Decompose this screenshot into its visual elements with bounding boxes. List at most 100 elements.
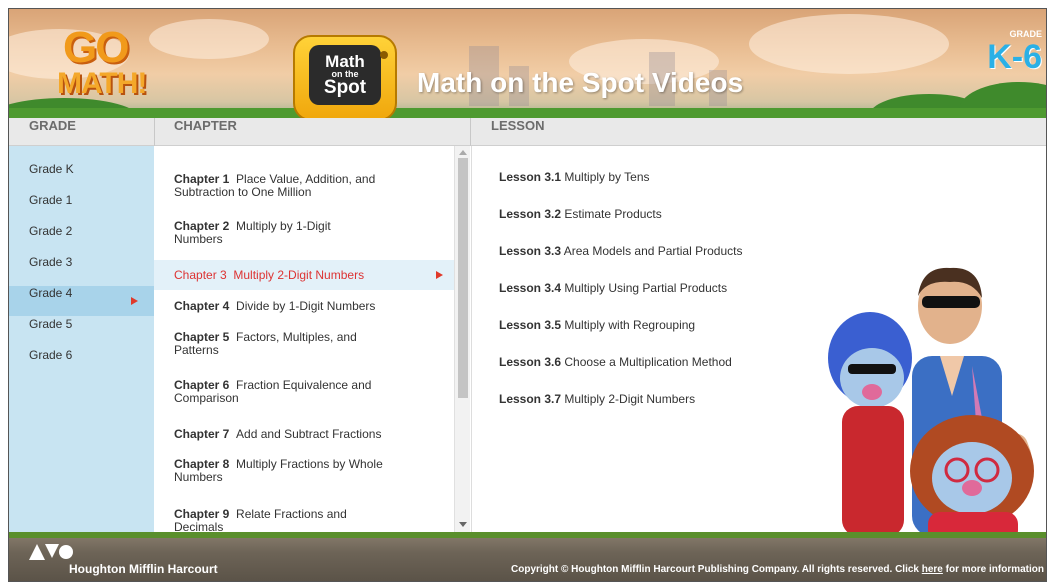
chapter-title-line2: Numbers [174, 470, 223, 484]
grass-strip [9, 108, 1046, 118]
math-on-the-spot-tv-logo: Math on the Spot [293, 35, 397, 118]
lesson-title: Area Models and Partial Products [563, 244, 743, 258]
app-frame: GO MATH! Math on the Spot Math on the Sp… [8, 8, 1047, 582]
chapter-title-line2: Numbers [174, 232, 223, 246]
grade-item-3[interactable]: Grade 3 [9, 255, 154, 285]
scroll-down-icon[interactable] [459, 522, 467, 527]
more-info-link[interactable]: here [922, 564, 943, 575]
chapter-item-8[interactable]: Chapter 8 Multiply Fractions by Whole Nu… [154, 458, 454, 484]
tv-knob-icon [380, 51, 388, 59]
logo-math-text: MATH! [57, 67, 147, 100]
red-puppet-nose [962, 480, 982, 496]
lesson-title: Multiply Using Partial Products [564, 281, 728, 295]
lesson-item-3-7[interactable]: Lesson 3.7 Multiply 2-Digit Numbers [499, 392, 695, 406]
company-name: Houghton Mifflin Harcourt [69, 562, 218, 576]
tv-text-math: Math [325, 51, 365, 71]
chapter-column-header: CHAPTER [174, 118, 237, 133]
grade-item-2[interactable]: Grade 2 [9, 224, 154, 254]
column-divider [470, 118, 471, 146]
selected-arrow-icon [131, 297, 138, 305]
grade-item-5[interactable]: Grade 5 [9, 317, 154, 347]
grade-item-label: Grade 4 [29, 286, 73, 300]
selected-arrow-icon [436, 271, 443, 279]
chapter-item-5[interactable]: Chapter 5 Factors, Multiples, and Patter… [154, 331, 454, 357]
lesson-title: Estimate Products [564, 207, 662, 221]
lesson-item-3-6[interactable]: Lesson 3.6 Choose a Multiplication Metho… [499, 355, 732, 369]
grade-item-4[interactable]: Grade 4 [9, 286, 154, 316]
chapter-number: Chapter 8 [174, 457, 230, 471]
blue-puppet-jacket [842, 406, 904, 532]
logo-go-text: GO [63, 23, 129, 72]
host-and-puppets-illustration [828, 267, 1034, 532]
column-headers: GRADE CHAPTER LESSON [9, 118, 1046, 146]
chapter-title-line2: Subtraction to One Million [174, 185, 312, 199]
chapter-title: Fraction Equivalence and [236, 378, 372, 392]
red-puppet-face [932, 442, 1012, 514]
red-puppet-dress [928, 512, 1018, 532]
footer-grass [9, 532, 1046, 538]
grade-item-k[interactable]: Grade K [9, 162, 154, 192]
lesson-title: Choose a Multiplication Method [564, 355, 732, 369]
lesson-column-header: LESSON [491, 118, 545, 133]
lesson-item-3-3[interactable]: Lesson 3.3 Area Models and Partial Produ… [499, 244, 742, 258]
copyright-text: Copyright © Houghton Mifflin Harcourt Pu… [511, 564, 1044, 575]
grade-item-1[interactable]: Grade 1 [9, 193, 154, 223]
chapter-item-6[interactable]: Chapter 6 Fraction Equivalence and Compa… [154, 379, 454, 405]
lesson-title: Multiply 2-Digit Numbers [564, 392, 696, 406]
footer: Houghton Mifflin Harcourt Copyright © Ho… [9, 532, 1046, 581]
chapter-title-line2: Patterns [174, 343, 219, 357]
chapter-number: Chapter 6 [174, 378, 230, 392]
chapter-number: Chapter 4 [174, 299, 230, 313]
lesson-number: Lesson 3.6 [499, 355, 562, 369]
chapter-number: Chapter 1 [174, 172, 230, 186]
grade-item-6[interactable]: Grade 6 [9, 348, 154, 378]
lesson-number: Lesson 3.7 [499, 392, 562, 406]
sunglasses-icon [922, 296, 980, 308]
chapter-item-2[interactable]: Chapter 2 Multiply by 1-Digit Numbers [154, 220, 454, 246]
grade-column-header: GRADE [29, 118, 76, 133]
chapter-title: Divide by 1-Digit Numbers [236, 299, 376, 313]
chapter-item-9[interactable]: Chapter 9 Relate Fractions and Decimals [154, 507, 454, 533]
column-divider [154, 118, 155, 146]
copyright-prefix: Copyright © Houghton Mifflin Harcourt Pu… [511, 564, 922, 575]
chapter-item-1[interactable]: Chapter 1 Place Value, Addition, and Sub… [154, 173, 454, 199]
chapter-number: Chapter 7 [174, 427, 230, 441]
lesson-item-3-4[interactable]: Lesson 3.4 Multiply Using Partial Produc… [499, 281, 727, 295]
chapter-item-7[interactable]: Chapter 7 Add and Subtract Fractions [154, 428, 454, 441]
chapter-scrollbar[interactable] [454, 146, 470, 532]
chapter-title: Multiply Fractions by Whole [236, 457, 383, 471]
chapter-title: Multiply by 1-Digit [236, 219, 331, 233]
chapter-number: Chapter 9 [174, 507, 230, 521]
lesson-item-3-2[interactable]: Lesson 3.2 Estimate Products [499, 207, 662, 221]
chapter-title-line2: Decimals [174, 520, 224, 533]
grade-range-value: K-6 [987, 38, 1042, 76]
lesson-number: Lesson 3.4 [499, 281, 562, 295]
chapter-title: Multiply 2-Digit Numbers [233, 268, 365, 282]
lesson-number: Lesson 3.3 [499, 244, 562, 258]
chapter-item-4[interactable]: Chapter 4 Divide by 1-Digit Numbers [154, 300, 454, 313]
scroll-up-icon[interactable] [459, 150, 467, 155]
chapter-number: Chapter 2 [174, 219, 230, 233]
chapter-list: Chapter 1 Place Value, Addition, and Sub… [154, 146, 470, 532]
chapter-title: Place Value, Addition, and [236, 172, 376, 186]
lesson-list: Lesson 3.1 Multiply by Tens Lesson 3.2 E… [471, 146, 1046, 532]
scrollbar-thumb[interactable] [458, 158, 468, 398]
chapter-title-line2: Comparison [174, 391, 239, 405]
lesson-number: Lesson 3.1 [499, 170, 562, 184]
grade-list: Grade K Grade 1 Grade 2 Grade 3 Grade 4 … [9, 146, 154, 532]
grade-range-badge: GRADE K-6 [987, 29, 1042, 75]
lesson-item-3-5[interactable]: Lesson 3.5 Multiply with Regrouping [499, 318, 695, 332]
lesson-item-3-1[interactable]: Lesson 3.1 Multiply by Tens [499, 170, 650, 184]
tv-text-spot: Spot [323, 76, 367, 98]
chapter-item-3[interactable]: Chapter 3 Multiply 2-Digit Numbers [154, 260, 454, 290]
lesson-number: Lesson 3.2 [499, 207, 562, 221]
lesson-title: Multiply by Tens [564, 170, 650, 184]
copyright-suffix: for more information [942, 564, 1044, 575]
chapter-title: Add and Subtract Fractions [236, 427, 382, 441]
hmh-logo-icon [29, 544, 73, 560]
chapter-number: Chapter 5 [174, 330, 230, 344]
lesson-title: Multiply with Regrouping [564, 318, 696, 332]
blue-puppet-nose [862, 384, 882, 400]
go-math-logo: GO MATH! [57, 23, 147, 107]
tv-screen: Math on the Spot [309, 45, 381, 105]
